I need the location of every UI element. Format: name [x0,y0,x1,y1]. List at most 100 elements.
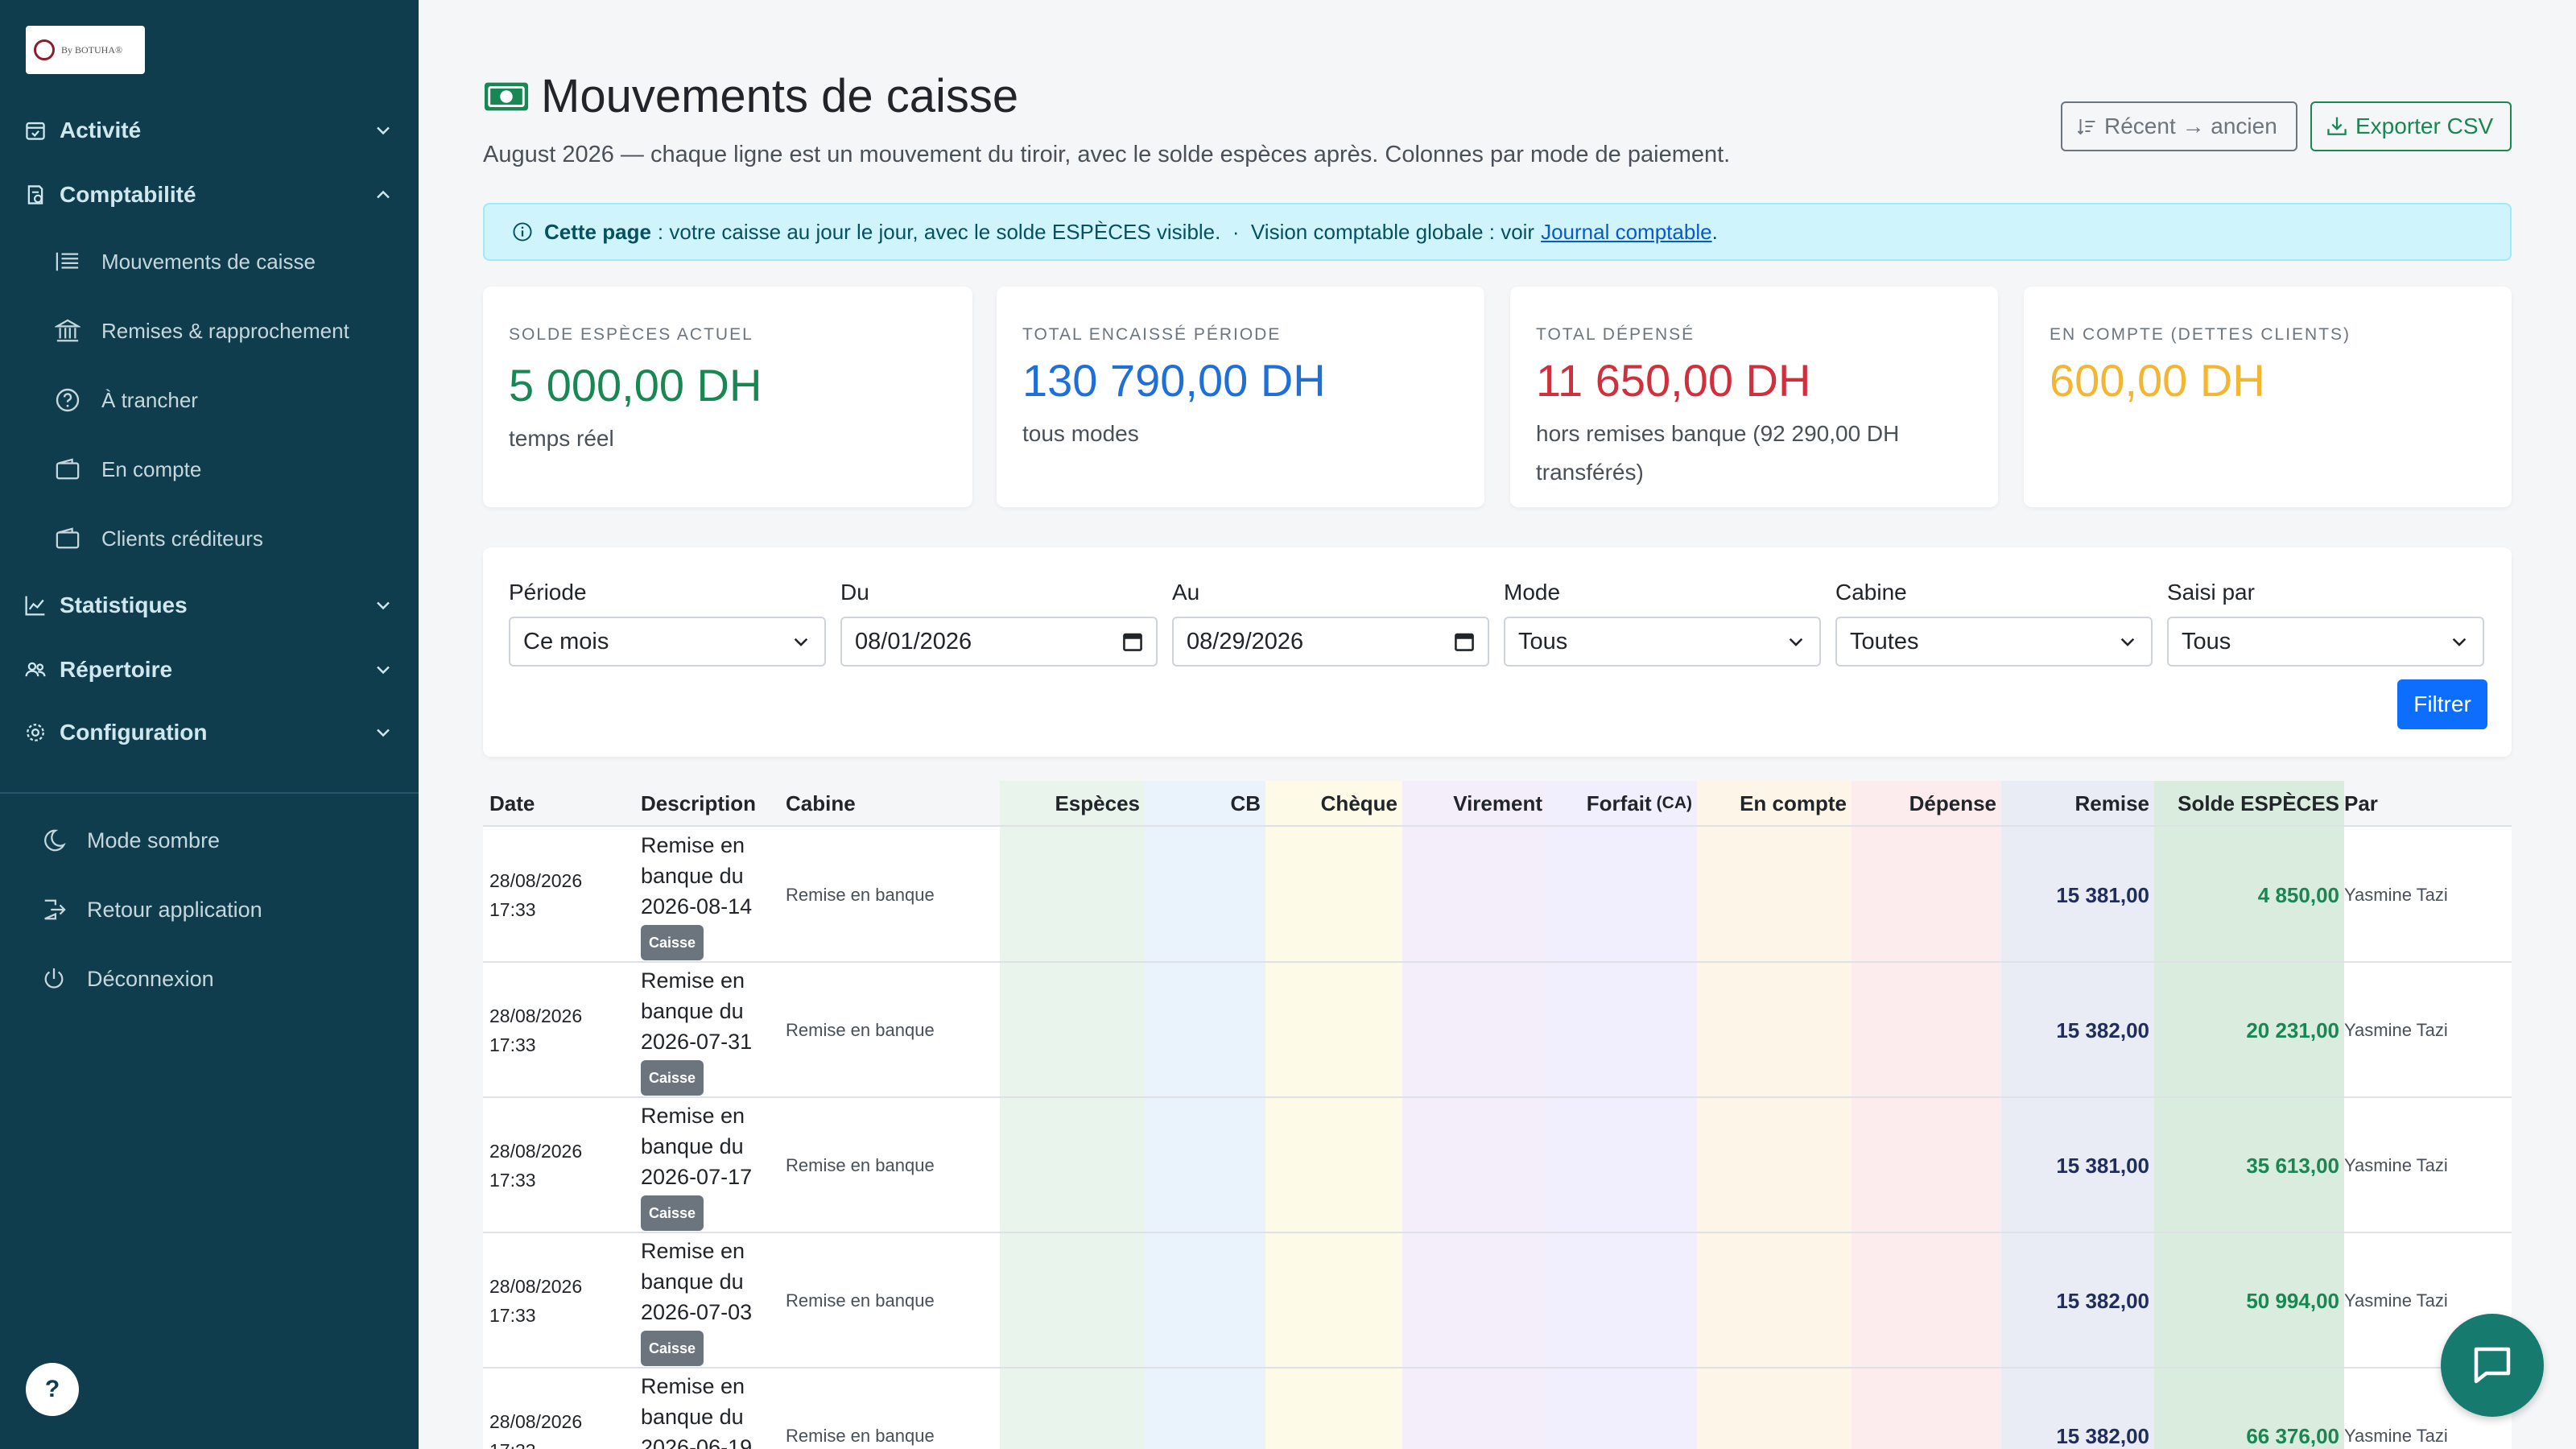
card-label: Total encaissé période [1022,325,1282,344]
wallet-icon [53,526,82,551]
chevron-down-icon [377,601,390,610]
table-row-solde: 50 994,00 [2246,1288,2339,1313]
table-row-par: Yasmine Tazi [2344,1020,2448,1040]
card-sub: tous modes [1022,421,1139,446]
sidebar-item-clients-crediteurs[interactable]: Clients créditeurs [53,514,391,563]
sidebar-section-repertoire[interactable]: Répertoire [24,646,394,694]
cabine-select[interactable]: Toutes [1835,617,2153,667]
table-row-cabine: Remise en banque [786,1426,935,1446]
sort-label: Récent → ancien [2104,114,2277,138]
table-row-remise: 15 382,00 [2056,1288,2149,1313]
desc-line: Remise en [641,968,745,993]
calendar-icon[interactable] [1122,631,1143,652]
card-value: 130 790,00 DH [1022,355,1326,406]
chevron-down-icon [794,638,808,646]
th-remise[interactable]: Remise [2001,781,2150,826]
filter-label: Au [1172,580,1200,605]
sidebar-item-label: À trancher [101,387,198,412]
card-label: En compte (dettes clients) [2050,325,2351,344]
row-date: 28/08/2026 [489,1141,583,1162]
filter-du: Du 08/01/2026 [840,580,1158,667]
logout-link[interactable]: Déconnexion [40,955,394,1003]
table-row-par: Yasmine Tazi [2344,1155,2448,1175]
sidebar-item-mouvements[interactable]: Mouvements de caisse [53,237,391,286]
calendar-icon[interactable] [1454,631,1475,652]
th-virement[interactable]: Virement [1402,781,1542,826]
table-row-solde: 4 850,00 [2257,882,2339,907]
th-description[interactable]: Description [641,781,756,826]
page-title-text: Mouvements de caisse [541,70,1019,122]
movements-table: Date Description Cabine Espèces CB Chèqu… [483,781,2512,1449]
filter-label: Du [840,580,869,605]
sidebar-section-activite[interactable]: Activité [24,106,394,155]
filter-label: Mode [1504,580,1561,605]
th-solde[interactable]: Solde ESPÈCES [2154,781,2339,826]
sort-button[interactable]: Récent → ancien [2061,101,2297,151]
date-to-input[interactable]: 08/29/2026 [1172,617,1489,667]
filter-mode: Mode Tous [1504,580,1821,667]
sidebar-section-label: Répertoire [60,657,173,682]
col-especes-bg [1000,781,1145,1449]
date-block: 28/08/2026 17:33 [489,1001,582,1059]
th-especes[interactable]: Espèces [1000,781,1140,826]
sidebar-section-configuration[interactable]: Configuration [24,708,394,757]
download-icon [2327,117,2347,135]
desc-line: Remise en [641,1104,745,1128]
list-icon [53,249,82,275]
th-date[interactable]: Date [489,781,535,826]
back-to-app-link[interactable]: Retour application [40,886,394,934]
date-block: 28/08/2026 17:33 [489,1272,582,1330]
th-forfait-suffix: (CA) [1656,794,1692,812]
sidebar-item-en-compte[interactable]: En compte [53,445,391,493]
card-label: Total dépensé [1536,325,1695,344]
desc-line: banque du [641,1269,744,1294]
date-value: 08/01/2026 [855,628,972,654]
table-row-cabine: Remise en banque [786,1155,935,1175]
th-en-compte[interactable]: En compte [1697,781,1847,826]
sidebar-section-label: Activité [60,118,142,142]
alert-text: : votre caisse au jour le jour, avec le … [657,219,1535,244]
dark-mode-toggle[interactable]: Mode sombre [40,816,394,865]
chevron-down-icon [2120,638,2135,646]
export-csv-button[interactable]: Exporter CSV [2310,101,2512,151]
date-from-input[interactable]: 08/01/2026 [840,617,1158,667]
sidebar-item-remises[interactable]: Remises & rapprochement [53,307,391,355]
table-row-date: 28/08/2026 17:33 [489,828,582,963]
table-row-date: 28/08/2026 17:33 [489,1233,582,1368]
journal-link[interactable]: Journal comptable [1541,220,1711,245]
filter-button[interactable]: Filtrer [2397,679,2487,729]
source-badge: Caisse [641,1195,704,1231]
filter-periode: Période Ce mois [509,580,826,667]
source-badge: Caisse [641,1060,704,1096]
th-cb[interactable]: CB [1145,781,1261,826]
th-forfait[interactable]: Forfait (CA) [1547,781,1692,826]
select-value: Toutes [1850,628,1919,654]
page-subtitle: August 2026 — chaque ligne est un mouvem… [483,142,1731,167]
row-date: 28/08/2026 [489,1411,583,1432]
sidebar-item-label: En compte [101,456,202,481]
periode-select[interactable]: Ce mois [509,617,826,667]
saisi-par-select[interactable]: Tous [2167,617,2484,667]
date-value: 08/29/2026 [1187,628,1304,654]
moon-icon [40,827,68,854]
desc-block: Remise en banque du 2026-07-17 Caisse [641,1100,752,1231]
card-value: 11 650,00 DH [1536,355,1811,406]
logo[interactable]: By BOTUHA® [26,26,145,74]
sidebar-section-statistiques[interactable]: Statistiques [24,581,394,630]
source-badge: Caisse [641,1331,704,1366]
th-cheque[interactable]: Chèque [1265,781,1397,826]
sidebar-section-comptabilite[interactable]: Comptabilité [24,171,394,219]
chat-button[interactable] [2441,1314,2544,1417]
th-par[interactable]: Par [2344,781,2378,826]
sidebar-section-label: Comptabilité [60,182,196,207]
th-depense[interactable]: Dépense [1852,781,1996,826]
desc-block: Remise en banque du 2026-07-03 Caisse [641,1236,752,1366]
sidebar-item-a-trancher[interactable]: À trancher [53,376,391,424]
th-cabine[interactable]: Cabine [786,781,856,826]
table-row-description: Remise en banque du 2026-07-03 Caisse [641,1233,752,1368]
mode-select[interactable]: Tous [1504,617,1821,667]
table-row-par: Yasmine Tazi [2344,1290,2448,1311]
chevron-down-icon [2452,638,2467,646]
table-row-description: Remise en banque du 2026-07-17 Caisse [641,1098,752,1233]
help-button[interactable]: ? [26,1363,79,1416]
